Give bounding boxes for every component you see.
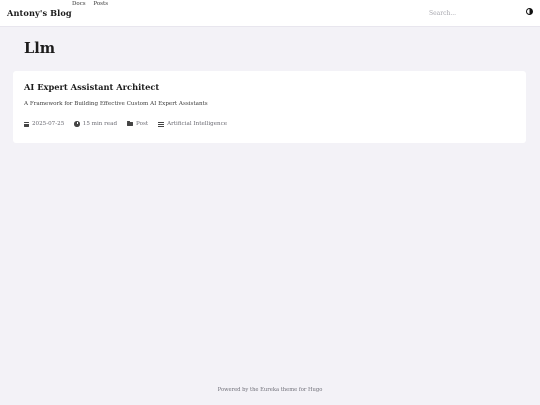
post-category: Artificial Intelligence: [158, 121, 227, 127]
calendar-icon: [24, 121, 29, 127]
post-read-time-text: 15 min read: [82, 121, 118, 127]
top-navbar: Antony's Blog Docs Posts: [0, 0, 540, 27]
clock-icon: [74, 121, 80, 127]
search-input[interactable]: [429, 6, 509, 20]
post-summary: A Framework for Building Effective Custo…: [24, 101, 208, 107]
post-type-link[interactable]: Post: [136, 121, 148, 127]
site-brand[interactable]: Antony's Blog: [7, 8, 72, 18]
list-icon: [158, 121, 165, 127]
folder-icon: [127, 120, 134, 127]
theme-toggle-icon[interactable]: [526, 8, 533, 15]
post-date-text: 2025-07-25: [32, 121, 65, 127]
post-read-time: 15 min read: [74, 121, 117, 127]
nav-item-posts[interactable]: Posts: [93, 1, 108, 7]
post-meta: 2025-07-25 15 min read Post Artificial I…: [24, 120, 237, 128]
main-nav: Docs Posts: [72, 1, 114, 7]
post-date: 2025-07-25: [24, 121, 64, 127]
page-title: Llm: [24, 40, 56, 57]
nav-item-docs[interactable]: Docs: [72, 1, 86, 7]
post-category-link[interactable]: Artificial Intelligence: [167, 121, 227, 127]
post-card: AI Expert Assistant Architect A Framewor…: [13, 71, 526, 143]
site-footer: Powered by the Eureka theme for Hugo: [217, 387, 323, 393]
post-title-link[interactable]: AI Expert Assistant Architect: [24, 82, 159, 92]
post-type: Post: [127, 120, 148, 127]
